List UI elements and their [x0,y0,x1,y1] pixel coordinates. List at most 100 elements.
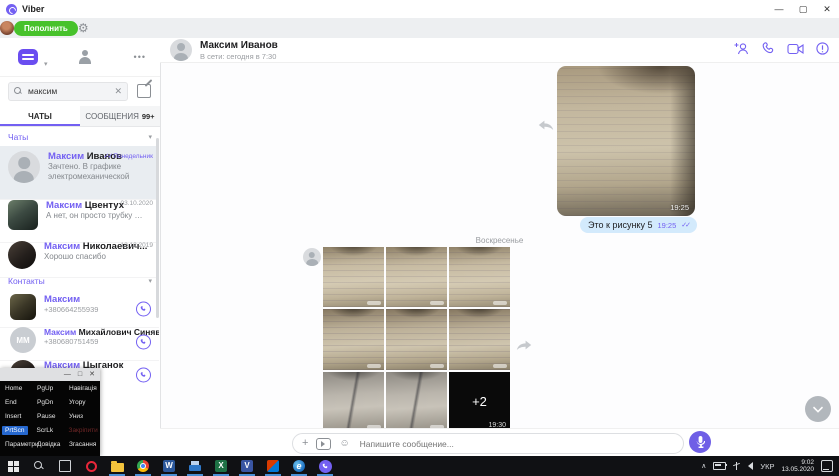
messages-badge: 99+ [142,112,155,121]
search-field[interactable]: ✕ [8,82,128,101]
osk-key[interactable]: Pause [37,413,69,420]
osk-key[interactable]: Угору [69,399,100,406]
chat-avatar[interactable] [170,39,192,61]
grid-photo[interactable] [323,372,384,428]
volume-icon[interactable] [748,462,753,470]
osk-key[interactable]: PgUp [37,385,69,392]
outgoing-message-bubble[interactable]: Это к рисунку 5 19:25 ✓✓ [580,217,697,233]
attach-plus-icon[interactable]: + [302,438,308,449]
viber-call-icon[interactable] [136,301,151,316]
task-view-icon[interactable] [52,456,78,476]
file-explorer-icon[interactable] [104,456,130,476]
grid-photo[interactable] [386,372,447,428]
osk-body: Home PgUp Навігація End PgDn Угору Inser… [0,381,100,456]
contacts-icon[interactable] [78,50,92,64]
info-icon[interactable] [816,42,829,55]
visio-icon[interactable]: V [234,456,260,476]
taskbar-search-icon[interactable] [26,456,52,476]
photos-icon[interactable] [260,456,286,476]
network-icon[interactable] [733,462,741,470]
double-check-icon: ✓✓ [103,152,111,160]
chrome-icon[interactable] [130,456,156,476]
call-icon[interactable] [762,42,775,55]
minimize-icon[interactable]: — [767,0,791,18]
voice-message-button[interactable] [689,431,711,453]
grid-photo[interactable] [323,247,384,307]
start-button[interactable] [0,456,26,476]
grid-photo[interactable] [386,247,447,307]
chevron-down-icon[interactable]: ▾ [148,133,152,141]
forward-message-icon[interactable] [516,338,532,350]
more-icon[interactable]: ••• [134,52,146,62]
chat-list-item[interactable]: Максим Иванов Зачтено. В графике электро… [0,146,159,200]
chats-icon[interactable] [18,49,38,65]
forward-message-icon[interactable] [538,118,554,130]
osk-key[interactable]: Униз [69,413,100,420]
viber-taskbar-icon[interactable] [312,456,338,476]
sender-avatar[interactable] [303,248,321,266]
close-icon[interactable]: ✕ [89,371,95,378]
chat-header: Максим Иванов В сети: сегодня в 7:30 [160,38,839,63]
photo-message[interactable]: 19:25 [557,66,695,216]
osk-key[interactable]: Навігація [69,385,100,392]
notification-center-icon[interactable] [821,460,833,472]
minimize-icon[interactable]: — [64,371,71,378]
osk-key[interactable]: Home [0,385,37,392]
grid-photo[interactable] [386,309,447,370]
compose-icon[interactable] [137,84,151,98]
gear-icon[interactable]: ⚙ [78,22,89,34]
message-text: Это к рисунку 5 [588,220,652,230]
search-input[interactable] [26,85,108,97]
grid-photo[interactable] [323,309,384,370]
add-contact-icon[interactable] [734,42,750,55]
gif-icon[interactable] [316,438,331,450]
message-input[interactable] [358,438,683,450]
avatar [8,200,38,230]
excel-icon[interactable]: X [208,456,234,476]
chevron-down-icon[interactable]: ▾ [44,60,48,68]
sidebar-scrollbar[interactable] [156,138,159,318]
grid-photo-more[interactable]: +2 19:30 [449,372,510,428]
language-indicator[interactable]: УКР [760,462,774,471]
osk-key[interactable]: PgDn [37,399,69,406]
tab-messages-label: СООБЩЕНИЯ [85,112,138,121]
word-icon[interactable]: W [156,456,182,476]
maximize-icon[interactable]: ▢ [791,0,815,18]
chevron-down-icon[interactable]: ▾ [148,277,152,285]
osk-key[interactable]: ScrLk [37,427,69,434]
tray-chevron-up-icon[interactable]: ∧ [701,462,706,470]
osk-key[interactable]: Довідка [37,441,69,448]
user-avatar[interactable] [0,21,14,35]
taskbar-clock[interactable]: 9:02 13.05.2020 [781,459,814,474]
osk-title-bar[interactable]: — □ ✕ [0,368,100,381]
opera-icon[interactable] [78,456,104,476]
osk-key-selected[interactable]: PrtScn [2,426,28,435]
clear-search-icon[interactable]: ✕ [114,86,122,97]
grid-photo[interactable] [449,247,510,307]
viber-call-icon[interactable] [136,367,151,382]
viber-call-icon[interactable] [136,334,151,349]
grid-photo[interactable] [449,309,510,370]
osk-key[interactable]: Закріпити [69,427,100,434]
more-photos-count: +2 [472,394,487,409]
osk-key[interactable]: Параметри [0,441,37,448]
chat-preview: Хорошо спасибо [44,252,144,262]
battery-icon[interactable] [713,462,726,470]
edge-icon[interactable]: e [286,456,312,476]
printer-icon[interactable] [182,456,208,476]
photo-grid-message: +2 19:30 [323,247,510,428]
osk-key[interactable]: Згасання [69,441,100,448]
topup-button[interactable]: Пополнить [14,21,78,36]
osk-key[interactable]: End [0,399,37,406]
scroll-to-bottom-button[interactable] [805,396,831,422]
search-icon [14,87,22,95]
tab-messages[interactable]: СООБЩЕНИЯ 99+ [80,106,160,126]
clock-date: 13.05.2020 [781,466,814,473]
sticker-smiley-icon[interactable]: ☺ [339,438,349,449]
tab-chats-label: ЧАТЫ [28,112,52,121]
video-call-icon[interactable] [787,43,804,55]
tab-chats[interactable]: ЧАТЫ [0,106,80,126]
maximize-icon[interactable]: □ [78,371,82,378]
osk-key[interactable]: Insert [0,413,37,420]
close-icon[interactable]: ✕ [815,0,839,18]
